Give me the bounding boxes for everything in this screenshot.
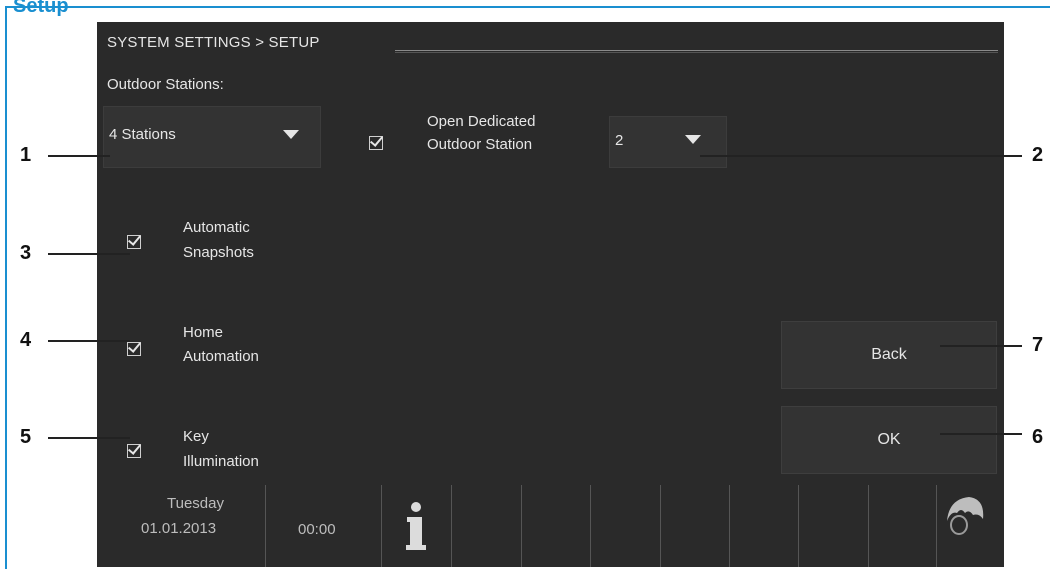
home-automation-label-line1: Home xyxy=(183,324,224,341)
key-illumination-label-line1: Key xyxy=(183,428,209,445)
open-dedicated-label-line2: Outdoor Station xyxy=(427,136,533,153)
outdoor-stations-value: 4 Stations xyxy=(109,126,176,143)
info-icon-graphic xyxy=(406,502,426,550)
breadcrumb-divider xyxy=(395,50,998,51)
key-illumination-label-line2: Illumination xyxy=(183,453,259,470)
back-button[interactable]: Back xyxy=(781,321,997,389)
status-divider xyxy=(936,485,937,567)
date-label: 01.01.2013 xyxy=(141,520,217,537)
callout-6-line xyxy=(940,433,1022,435)
key-illumination-checkbox[interactable] xyxy=(127,444,141,458)
status-divider xyxy=(798,485,799,567)
setup-screen: SYSTEM SETTINGS > SETUP Outdoor Stations… xyxy=(97,22,1004,567)
callout-7-line xyxy=(940,345,1022,347)
page-title: Setup xyxy=(13,0,69,17)
automatic-snapshots-label-line1: Automatic xyxy=(183,219,250,236)
callout-2-line xyxy=(700,155,1022,157)
callout-5-line xyxy=(48,437,130,439)
status-bar: Tuesday 01.01.2013 00:00 xyxy=(97,485,1004,567)
ok-button[interactable]: OK xyxy=(781,406,997,474)
callout-1-line xyxy=(48,155,110,157)
home-automation-label-line2: Automation xyxy=(183,348,259,365)
callout-6: 6 xyxy=(1032,426,1044,448)
callout-3: 3 xyxy=(20,242,32,264)
time-label: 00:00 xyxy=(298,521,336,538)
status-divider xyxy=(660,485,661,567)
day-label: Tuesday xyxy=(167,495,224,512)
open-dedicated-checkbox[interactable] xyxy=(369,136,383,150)
callout-1: 1 xyxy=(20,144,32,166)
status-divider xyxy=(381,485,382,567)
callout-4-line xyxy=(48,340,130,342)
callout-7: 7 xyxy=(1032,334,1044,356)
dedicated-station-value: 2 xyxy=(615,132,624,149)
breadcrumb-divider-shadow xyxy=(395,52,998,53)
chevron-down-icon xyxy=(685,135,701,144)
automatic-snapshots-checkbox[interactable] xyxy=(127,235,141,249)
status-divider xyxy=(521,485,522,567)
callout-5: 5 xyxy=(20,426,32,448)
outdoor-stations-dropdown[interactable]: 4 Stations xyxy=(103,106,321,168)
status-divider xyxy=(868,485,869,567)
callout-4: 4 xyxy=(20,329,32,351)
outdoor-stations-label: Outdoor Stations: xyxy=(107,76,224,93)
automatic-snapshots-label-line2: Snapshots xyxy=(183,244,254,261)
hand-icon-graphic xyxy=(947,497,984,535)
info-icon[interactable] xyxy=(401,489,431,559)
chevron-down-icon xyxy=(283,130,299,139)
breadcrumb: SYSTEM SETTINGS > SETUP xyxy=(107,34,320,51)
status-divider xyxy=(451,485,452,567)
dedicated-station-dropdown[interactable]: 2 xyxy=(609,116,727,168)
home-automation-checkbox[interactable] xyxy=(127,342,141,356)
callout-3-line xyxy=(48,253,130,255)
callout-2: 2 xyxy=(1032,144,1044,166)
status-divider xyxy=(590,485,591,567)
open-dedicated-label-line1: Open Dedicated xyxy=(427,113,536,130)
status-divider xyxy=(729,485,730,567)
hand-icon[interactable] xyxy=(939,491,989,541)
status-divider xyxy=(265,485,266,567)
